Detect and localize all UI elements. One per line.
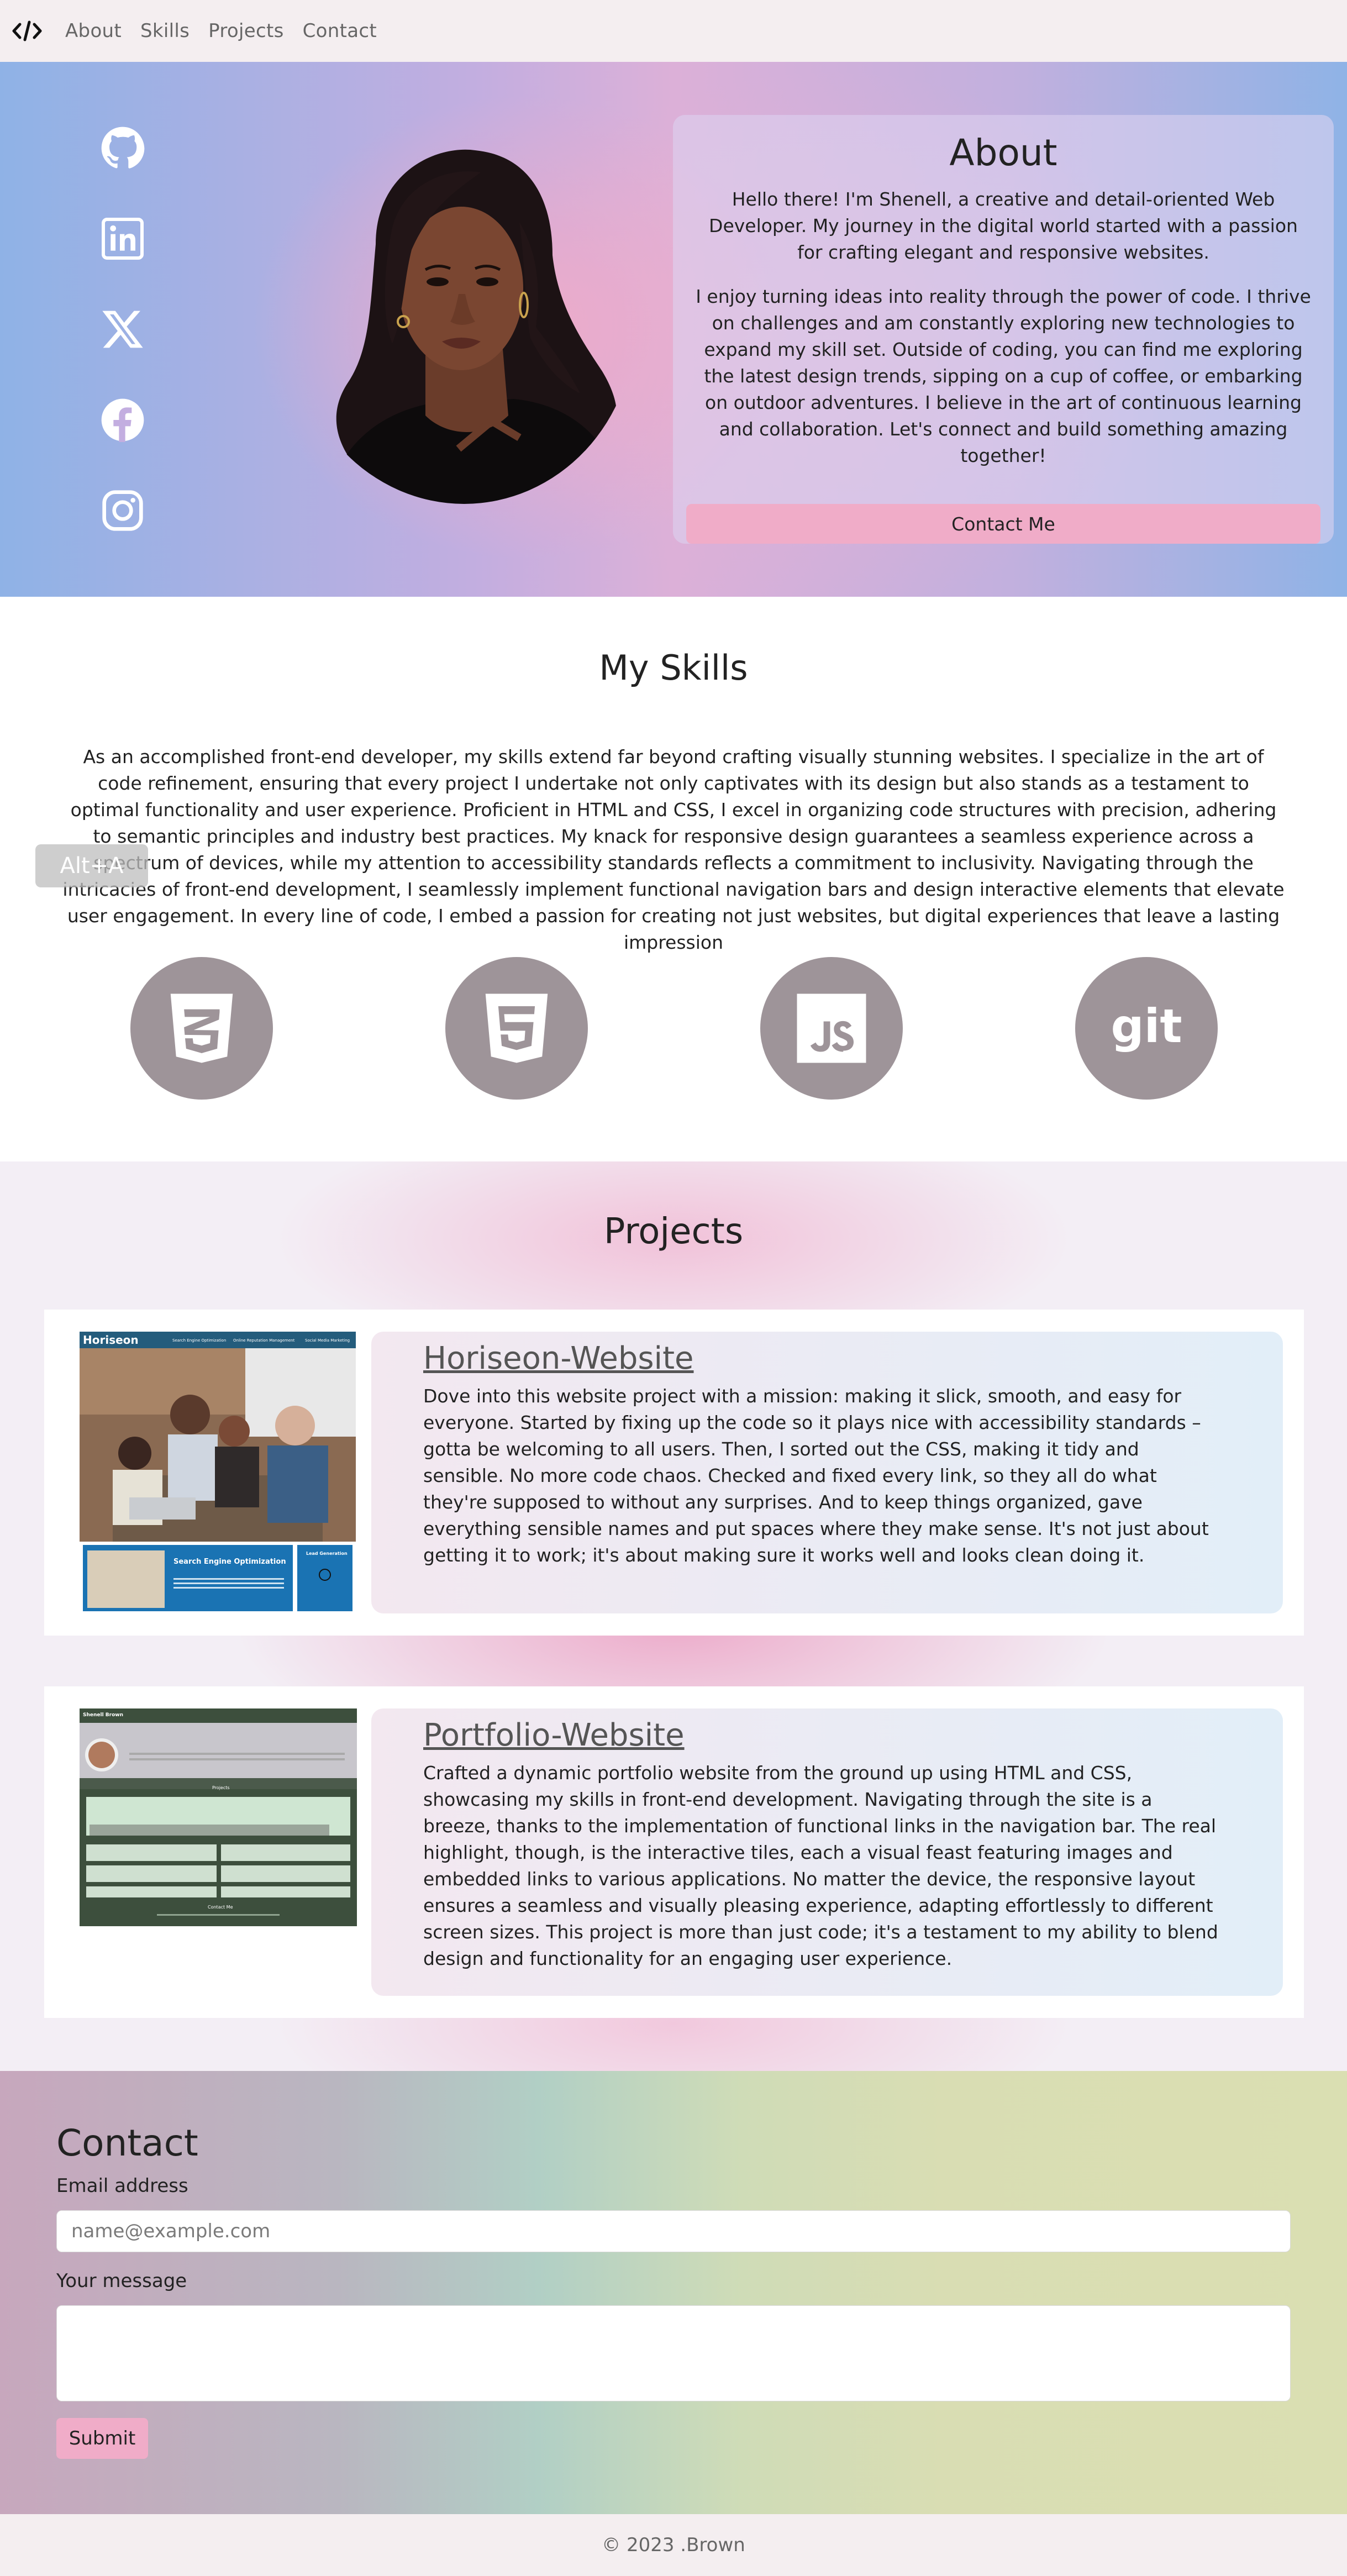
portfolio-thumb-footer: Contact Me [208,1905,233,1910]
horiseon-description: Dove into this website project with a mi… [423,1385,1209,1566]
message-field[interactable] [56,2305,1291,2401]
nav-link-contact[interactable]: Contact [303,20,377,42]
projects-section: Projects Horiseon Search Engine Optimiza… [0,1161,1347,2071]
nav-links: About Skills Projects Contact [65,20,396,42]
about-card: About Hello there! I'm Shenell, a creati… [673,115,1334,544]
x-icon[interactable] [99,306,146,353]
html5-icon [445,957,588,1100]
horiseon-screenshot[interactable]: Horiseon Search Engine Optimization Onli… [80,1332,356,1613]
skills-section: My Skills As an accomplished front-end d… [0,597,1347,1161]
email-label: Email address [56,2175,188,2197]
horiseon-thumb-nav-1: Search Engine Optimization [172,1338,226,1343]
horiseon-thumb-brand: Horiseon [83,1333,139,1347]
contact-title: Contact [56,2122,198,2164]
contact-me-button[interactable]: Contact Me [686,504,1320,544]
skills-description: As an accomplished front-end developer, … [62,746,1285,953]
about-section: About Hello there! I'm Shenell, a creati… [0,62,1347,597]
horiseon-website-link[interactable]: Horiseon-Website [423,1340,694,1376]
message-label: Your message [56,2270,187,2292]
facebook-icon[interactable] [99,397,146,443]
profile-portrait [293,139,635,504]
portfolio-screenshot[interactable]: Shenell Brown Projects Contact Me [80,1708,357,1926]
portfolio-website-link[interactable]: Portfolio-Website [423,1717,685,1753]
nav-link-skills[interactable]: Skills [140,20,190,42]
portfolio-details: Portfolio-Website Crafted a dynamic port… [371,1708,1283,1996]
instagram-icon[interactable] [99,487,146,534]
linkedin-icon[interactable] [99,215,146,262]
portfolio-description: Crafted a dynamic portfolio website from… [423,1762,1218,1969]
css3-icon [130,957,273,1100]
about-paragraph-intro: Hello there! I'm Shenell, a creative and… [709,188,1298,263]
horiseon-thumb-side: Lead Generation [306,1551,348,1556]
about-title: About [949,132,1057,174]
javascript-icon [760,957,903,1100]
horiseon-thumb-nav-2: Online Reputation Management [233,1338,295,1343]
portfolio-thumb-brand: Shenell Brown [83,1712,123,1718]
email-field[interactable] [56,2210,1291,2252]
projects-title: Projects [603,1211,744,1252]
git-icon: git [1075,957,1218,1100]
contact-section: Contact Email address Your message Submi… [0,2071,1347,2514]
footer: © 2023 .Brown [0,2514,1347,2576]
submit-button[interactable]: Submit [56,2418,148,2459]
project-card-horiseon: Horiseon Search Engine Optimization Onli… [44,1310,1304,1636]
navbar: About Skills Projects Contact [0,0,1347,62]
nav-link-projects[interactable]: Projects [208,20,283,42]
horiseon-thumb-nav-3: Social Media Marketing [305,1338,350,1343]
code-logo-icon[interactable] [12,20,42,42]
about-paragraph-detail: I enjoy turning ideas into reality throu… [696,286,1311,466]
portfolio-thumb-section: Projects [212,1785,230,1790]
horiseon-thumb-feature: Search Engine Optimization [173,1558,286,1566]
horiseon-details: Horiseon-Website Dove into this website … [371,1332,1283,1613]
github-icon[interactable] [99,125,146,171]
copyright-text: © 2023 .Brown [602,2534,745,2556]
nav-link-about[interactable]: About [65,20,122,42]
skills-title: My Skills [599,648,748,688]
svg-text:git: git [1111,999,1182,1053]
keyboard-shortcut-hint: Alt+A [35,844,148,887]
project-card-portfolio: Shenell Brown Projects Contact Me Portfo… [44,1686,1304,2018]
